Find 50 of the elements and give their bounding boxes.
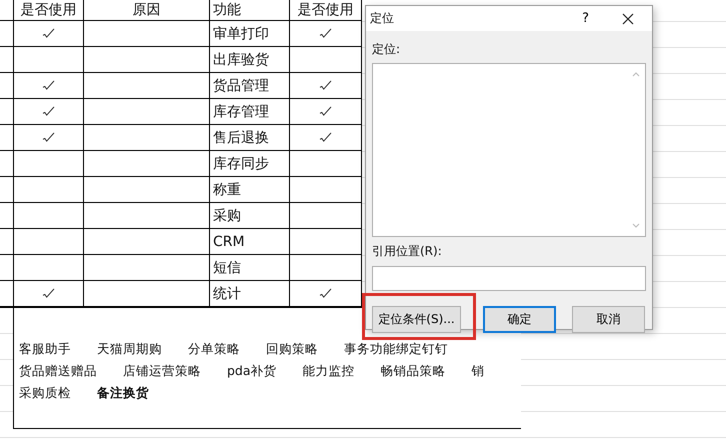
check-icon [42,288,55,299]
column-header: 功能 [210,0,290,21]
column-header: 原因 [84,0,210,21]
feature-text: 货品赠送赠品 [19,362,97,380]
table-cell: 审单打印 [210,21,290,47]
table-cell: 称重 [210,177,290,203]
check-icon [319,80,332,91]
scroll-down-icon[interactable] [632,223,640,228]
feature-text: 畅销品策略 [380,362,446,380]
feature-text: 分单策略 [188,340,240,358]
check-icon [319,106,332,117]
table-cell: 库存同步 [210,151,290,177]
feature-text: 销 [472,362,485,380]
feature-text: 能力监控 [302,362,355,380]
check-icon [42,106,55,117]
dialog-button[interactable]: 确定 [483,306,556,333]
dialog-title: 定位 [370,10,395,27]
check-icon [42,28,55,39]
feature-text: pda补货 [227,362,277,380]
close-icon[interactable] [622,12,634,24]
check-icon [42,80,55,91]
go-to-list[interactable] [372,63,646,237]
feature-text: 回购策略 [266,340,318,358]
check-icon [319,28,332,39]
column-header: 是否使用 [290,0,362,21]
check-icon [319,132,332,143]
dialog-button[interactable]: 取消 [572,306,645,333]
table-cell: 库存管理 [210,99,290,125]
dialog-button[interactable]: 定位条件(S)... [372,306,461,333]
feature-text: 店铺运营策略 [123,362,201,380]
feature-text: 备注换货 [97,384,149,402]
column-header: 是否使用 [14,0,84,21]
table-cell: 货品管理 [210,73,290,99]
table-cell: 短信 [210,255,290,281]
table-cell: 出库验货 [210,47,290,73]
table-cell: 售后退换 [210,125,290,151]
help-button[interactable]: ? [582,11,589,26]
feature-text: 事务功能绑定钉钉 [344,340,448,358]
table-cell: 统计 [210,281,290,307]
table-cell: CRM [210,229,290,255]
scroll-up-icon[interactable] [632,72,640,77]
reference-label: 引用位置(R): [372,243,443,259]
table-cell: 采购 [210,203,290,229]
feature-text: 采购质检 [19,384,71,402]
feature-text: 天猫周期购 [97,340,162,358]
check-icon [319,288,332,299]
feature-text: 客服助手 [19,340,71,358]
list-label: 定位: [372,41,402,57]
check-icon [42,132,55,143]
reference-field[interactable] [372,266,646,291]
